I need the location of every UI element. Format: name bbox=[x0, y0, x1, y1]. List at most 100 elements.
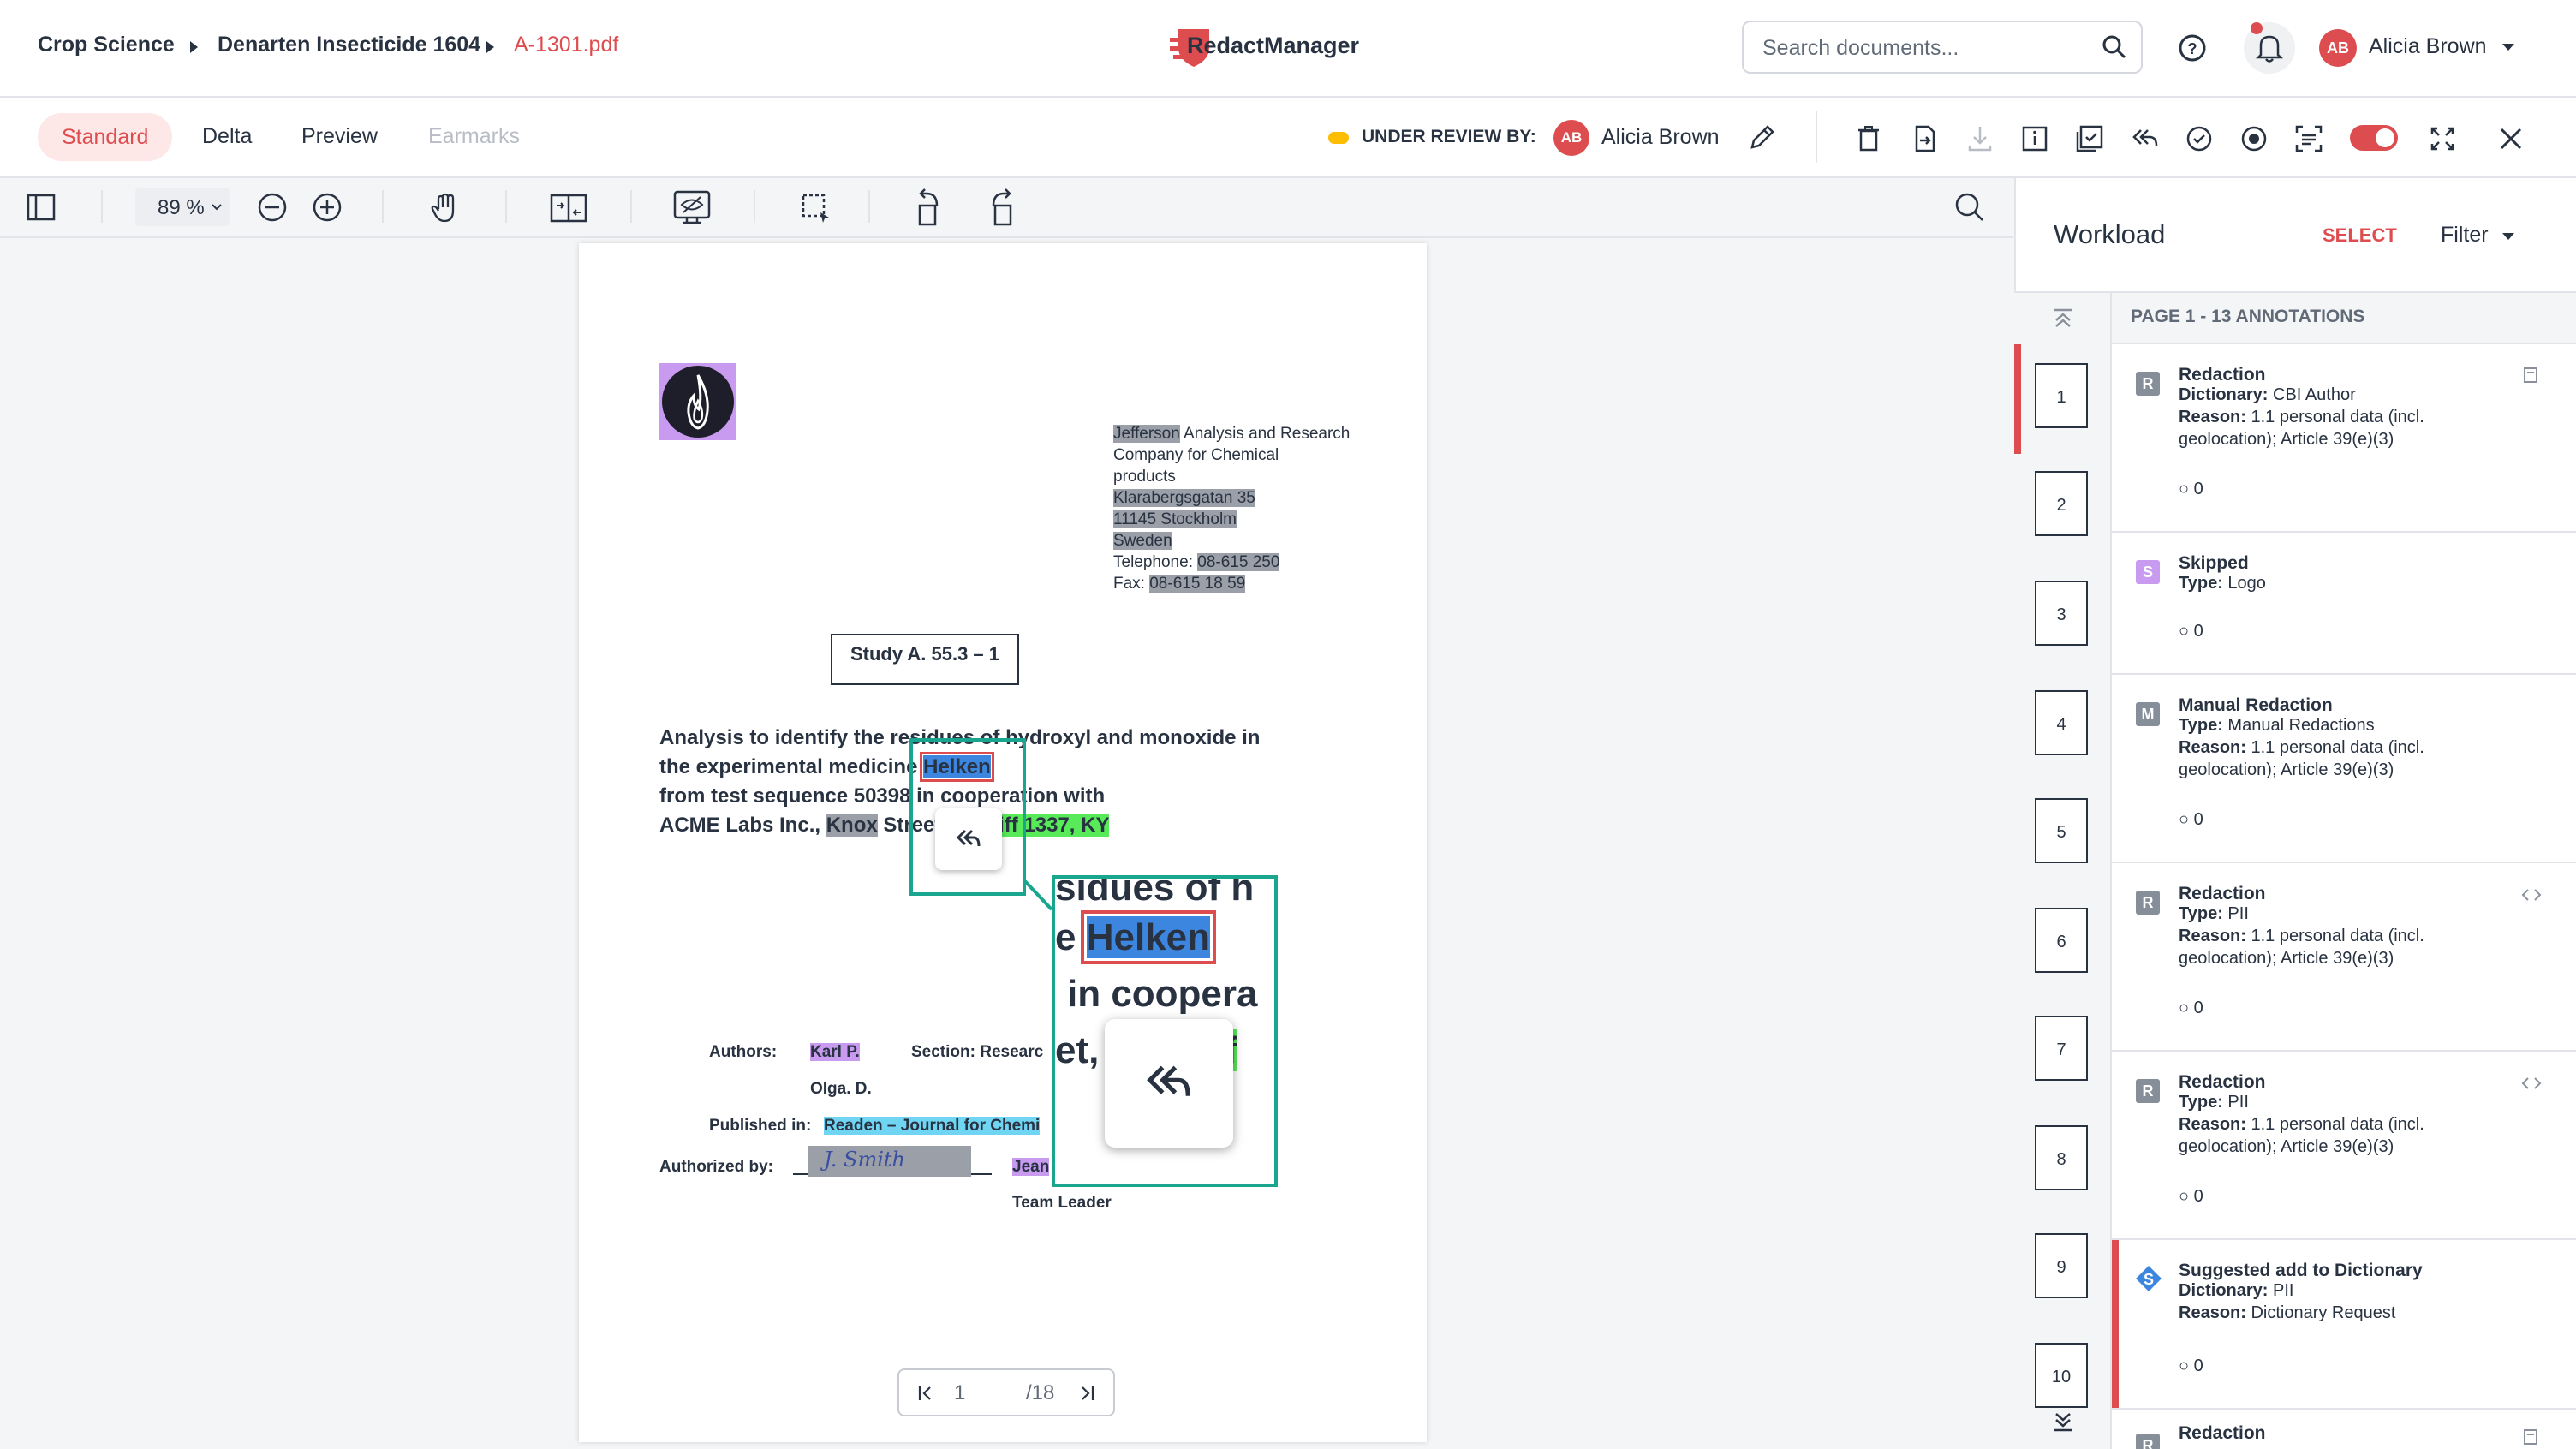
annotation-reason-cont: geolocation); Article 39(e)(3) bbox=[2179, 949, 2394, 968]
telephone-label: Telephone: bbox=[1113, 553, 1198, 571]
select-button[interactable]: SELECT bbox=[2323, 224, 2397, 247]
notifications-button[interactable] bbox=[2244, 22, 2295, 74]
annotation-actions-popup[interactable] bbox=[935, 808, 1002, 870]
user-name[interactable]: Alicia Brown bbox=[2369, 34, 2487, 59]
page-thumb-5[interactable]: 5 bbox=[2035, 798, 2088, 863]
annotations-toggle[interactable] bbox=[2350, 125, 2398, 151]
annotation-card[interactable]: R Redaction Dictionary: CBI Author Reaso… bbox=[2112, 344, 2576, 533]
redacted-street[interactable]: Klarabergsgatan 35 bbox=[1113, 489, 1255, 507]
export-file-icon[interactable] bbox=[1906, 120, 1944, 158]
breadcrumb-dossier[interactable]: Denarten Insecticide 1604 bbox=[218, 33, 480, 57]
page-thumb-10[interactable]: 10 bbox=[2035, 1343, 2088, 1408]
record-icon[interactable] bbox=[2235, 120, 2273, 158]
copy-pages-icon[interactable] bbox=[2071, 120, 2108, 158]
published-journal[interactable]: Readen – Journal for Chemi bbox=[824, 1117, 1041, 1135]
search-input[interactable] bbox=[1761, 35, 2090, 62]
annotation-title: Suggested add to Dictionary bbox=[2179, 1261, 2423, 1280]
annotation-card[interactable]: R Redaction Type: PII Reason: 1.1 person… bbox=[2112, 1052, 2576, 1240]
redacted-fax[interactable]: 08-615 18 59 bbox=[1149, 575, 1246, 593]
document-logo[interactable] bbox=[659, 363, 736, 440]
rectangle-select-icon[interactable] bbox=[796, 188, 834, 226]
filter-chevron-icon[interactable] bbox=[2502, 233, 2514, 240]
title-line-2: the experimental medicine bbox=[659, 755, 924, 778]
page-thumb-1[interactable]: 1 bbox=[2035, 363, 2088, 428]
hide-redactions-icon[interactable] bbox=[670, 187, 714, 228]
fullscreen-icon[interactable] bbox=[2424, 120, 2461, 158]
annotation-card[interactable]: R Redaction bbox=[2112, 1410, 2576, 1449]
redacted-jean[interactable]: Jean bbox=[1012, 1158, 1050, 1176]
page-thumb-9[interactable]: 9 bbox=[2035, 1233, 2088, 1298]
comment-count: 0 bbox=[2193, 1187, 2203, 1206]
compare-pages-icon[interactable] bbox=[548, 188, 589, 226]
redacted-signature[interactable]: J. Smith bbox=[808, 1146, 971, 1177]
review-status-indicator bbox=[1328, 132, 1349, 144]
edit-reviewer-pencil-icon[interactable] bbox=[1747, 122, 1778, 152]
magnifier-popup bbox=[1105, 1019, 1233, 1148]
search-document-icon[interactable] bbox=[1953, 190, 1987, 224]
scroll-to-bottom-icon[interactable] bbox=[2050, 1410, 2076, 1434]
tab-standard[interactable]: Standard bbox=[38, 113, 173, 161]
breadcrumb-crop-science[interactable]: Crop Science bbox=[38, 33, 175, 57]
chevron-down-icon bbox=[212, 204, 222, 211]
breadcrumb-separator-icon bbox=[486, 41, 494, 53]
page-thumb-7[interactable]: 7 bbox=[2035, 1016, 2088, 1081]
annotation-field-key: Reason: bbox=[2179, 1115, 2246, 1134]
annotation-card[interactable]: S Suggested add to Dictionary Dictionary… bbox=[2112, 1240, 2576, 1410]
annotation-reason-cont: geolocation); Article 39(e)(3) bbox=[2179, 760, 2394, 779]
tab-preview[interactable]: Preview bbox=[301, 124, 378, 149]
zoom-in-icon[interactable] bbox=[310, 190, 344, 224]
toggle-sidebar-icon[interactable] bbox=[24, 190, 58, 224]
ocr-scan-icon[interactable] bbox=[2290, 120, 2328, 158]
magnifier-panel: sidues of h e Helken in coopera et,iff bbox=[1052, 875, 1278, 1187]
reply-all-icon[interactable] bbox=[951, 822, 986, 856]
redacted-knox[interactable]: Knox bbox=[826, 814, 878, 837]
help-icon[interactable]: ? bbox=[2175, 31, 2209, 65]
annotation-card[interactable]: R Redaction Type: PII Reason: 1.1 person… bbox=[2112, 863, 2576, 1052]
pan-hand-icon[interactable] bbox=[426, 188, 464, 226]
rotate-right-icon[interactable] bbox=[981, 185, 1019, 228]
annotation-field-key: Type: bbox=[2179, 904, 2223, 923]
tab-delta[interactable]: Delta bbox=[202, 124, 252, 149]
page-current-input[interactable]: 1 bbox=[954, 1381, 965, 1405]
copy-icon[interactable] bbox=[2521, 365, 2540, 385]
annotation-reason-cont: geolocation); Article 39(e)(3) bbox=[2179, 430, 2394, 449]
page-thumb-3[interactable]: 3 bbox=[2035, 581, 2088, 646]
page-thumb-2[interactable]: 2 bbox=[2035, 471, 2088, 536]
user-menu-chevron-icon[interactable] bbox=[2502, 44, 2514, 51]
approve-check-icon[interactable] bbox=[2180, 120, 2218, 158]
zoom-select[interactable]: 89 % bbox=[135, 188, 230, 226]
document-info-icon[interactable] bbox=[2016, 120, 2054, 158]
reply-all-icon[interactable] bbox=[2126, 120, 2163, 158]
delete-icon[interactable] bbox=[1850, 120, 1887, 158]
page-thumb-8[interactable]: 8 bbox=[2035, 1125, 2088, 1190]
last-page-icon[interactable] bbox=[1077, 1384, 1096, 1403]
annotation-field-value: Dictionary Request bbox=[2245, 1303, 2396, 1322]
code-icon[interactable] bbox=[2521, 887, 2542, 903]
redacted-author-1[interactable]: Karl P. bbox=[810, 1043, 860, 1061]
annotation-title: Redaction bbox=[2179, 1072, 2266, 1092]
redacted-city[interactable]: 11145 Stockholm bbox=[1113, 510, 1237, 528]
first-page-icon[interactable] bbox=[916, 1384, 935, 1403]
search-box[interactable] bbox=[1742, 21, 2143, 74]
redacted-telephone[interactable]: 08-615 250 bbox=[1197, 553, 1280, 571]
scroll-to-top-icon[interactable] bbox=[2050, 307, 2076, 331]
annotation-card[interactable]: M Manual Redaction Type: Manual Redactio… bbox=[2112, 675, 2576, 863]
breadcrumb-file[interactable]: A-1301.pdf bbox=[514, 33, 618, 57]
copy-icon[interactable] bbox=[2521, 1427, 2540, 1447]
page-thumb-6[interactable]: 6 bbox=[2035, 908, 2088, 973]
close-icon[interactable] bbox=[2492, 120, 2530, 158]
annotation-card[interactable]: S Skipped Type: Logo ○ 0 bbox=[2112, 533, 2576, 675]
bell-icon bbox=[2256, 35, 2283, 63]
signature-text: J. Smith bbox=[824, 1148, 905, 1172]
redacted-company-name[interactable]: Jefferson bbox=[1113, 425, 1180, 443]
code-icon[interactable] bbox=[2521, 1076, 2542, 1091]
zoom-out-icon[interactable] bbox=[255, 190, 289, 224]
redacted-country[interactable]: Sweden bbox=[1113, 532, 1172, 550]
avatar[interactable]: AB bbox=[2319, 29, 2357, 67]
filter-button[interactable]: Filter bbox=[2441, 223, 2489, 247]
annotation-field-value: 1.1 personal data (incl. bbox=[2245, 1115, 2424, 1134]
team-leader: Team Leader bbox=[1012, 1194, 1112, 1212]
search-icon[interactable] bbox=[2102, 34, 2127, 60]
page-thumb-4[interactable]: 4 bbox=[2035, 690, 2088, 755]
rotate-left-icon[interactable] bbox=[911, 185, 949, 228]
